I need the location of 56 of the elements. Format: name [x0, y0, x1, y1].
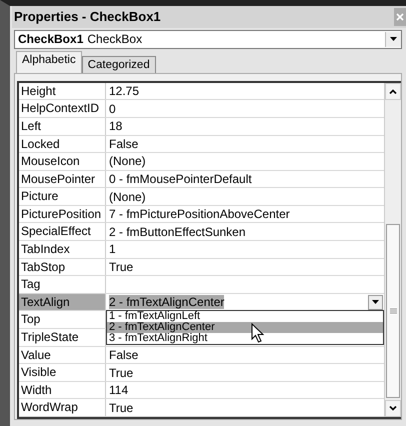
property-name[interactable]: WordWrap [19, 399, 106, 416]
property-name[interactable]: Value [19, 346, 106, 364]
dropdown-button[interactable] [368, 294, 383, 310]
property-name[interactable]: SpecialEffect [19, 223, 106, 240]
dropdown-button[interactable] [385, 32, 401, 47]
object-name: CheckBox1 [18, 32, 84, 46]
property-name[interactable]: PicturePosition [19, 206, 106, 222]
scrollbar[interactable] [384, 82, 401, 417]
caret-icon [372, 300, 379, 304]
property-name[interactable]: TripleState [19, 329, 106, 346]
property-value[interactable]: 2 - fmTextAlignCenter [109, 295, 224, 310]
chevron-down-icon [389, 406, 397, 411]
property-name[interactable]: Width [19, 382, 106, 398]
property-name[interactable]: Picture [19, 188, 106, 205]
dropdown-option[interactable]: 2 - fmTextAlignCenter [107, 322, 383, 334]
property-name[interactable]: Top [19, 311, 106, 328]
dropdown-option[interactable]: 1 - fmTextAlignLeft [107, 311, 383, 322]
property-value[interactable]: (None) [109, 154, 146, 168]
property-value[interactable]: 18 [109, 119, 122, 134]
property-value[interactable]: 12.75 [109, 84, 140, 98]
property-name[interactable]: Locked [19, 136, 106, 152]
property-name[interactable]: Left [19, 118, 106, 134]
grip-icon [390, 308, 396, 314]
property-value[interactable]: 114 [109, 383, 128, 398]
chevron-up-icon [389, 88, 397, 94]
dropdown-option[interactable]: 3 - fmTextAlignRight [107, 333, 383, 344]
tab[interactable]: Categorized [82, 56, 156, 73]
property-name[interactable]: HelpContextID [19, 100, 106, 117]
property-value[interactable]: True [109, 366, 134, 380]
caret-icon [390, 37, 397, 42]
tab[interactable]: Alphabetic [16, 50, 82, 73]
scroll-down-button[interactable] [385, 400, 401, 417]
property-name[interactable]: TextAlign [19, 294, 106, 310]
scroll-up-button[interactable] [385, 82, 401, 100]
close-icon [396, 12, 404, 21]
property-name[interactable]: Visible [19, 364, 106, 381]
property-value[interactable]: 0 [109, 102, 116, 116]
window-title: Properties - CheckBox1 [14, 9, 161, 24]
property-value[interactable]: True [109, 400, 134, 415]
object-type: CheckBox [87, 32, 142, 46]
property-value[interactable]: 1 [109, 242, 116, 256]
object-selector[interactable]: CheckBox1 CheckBox [14, 30, 402, 49]
property-value[interactable]: 7 - fmPicturePositionAboveCenter [109, 207, 290, 222]
scroll-thumb[interactable] [386, 224, 400, 398]
property-name[interactable]: Tag [19, 276, 106, 293]
property-value[interactable]: 2 - fmButtonEffectSunken [109, 224, 246, 239]
property-name[interactable]: MouseIcon [19, 153, 106, 170]
property-value[interactable]: False [109, 348, 138, 362]
property-value[interactable]: True [109, 260, 134, 274]
property-name[interactable]: TabStop [19, 258, 106, 276]
property-name[interactable]: MousePointer [19, 170, 106, 188]
property-value[interactable]: False [109, 136, 138, 151]
property-value[interactable]: 0 - fmMousePointerDefault [109, 172, 252, 186]
property-name[interactable]: TabIndex [19, 241, 106, 258]
property-name[interactable]: Height [19, 82, 106, 100]
property-value[interactable]: (None) [109, 190, 146, 204]
